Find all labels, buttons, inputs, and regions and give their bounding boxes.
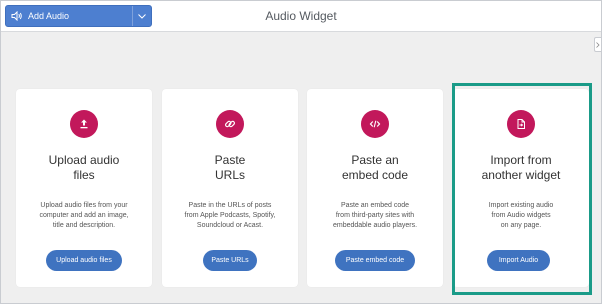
upload-card: Upload audio files Upload audio files fr… xyxy=(16,89,152,287)
card-desc-line: on any page. xyxy=(500,222,542,229)
paste-embed-code-button[interactable]: Paste embed code xyxy=(335,250,415,271)
paste-embed-card: Paste an embed code Paste an embed code … xyxy=(307,89,443,287)
card-description: Paste in the URLs of posts from Apple Po… xyxy=(168,201,292,231)
card-description: Import existing audio from Audio widgets… xyxy=(459,201,583,231)
code-icon xyxy=(369,120,381,128)
card-title: Paste URLs xyxy=(162,153,298,183)
card-desc-line: from Audio widgets xyxy=(491,212,551,219)
upload-icon xyxy=(80,119,88,129)
card-desc-line: from third-party sites with xyxy=(335,212,415,219)
card-title-line: files xyxy=(73,168,95,182)
card-desc-line: from Apple Podcasts, Spotify, xyxy=(184,212,276,219)
card-title: Import from another widget xyxy=(453,153,589,183)
card-desc-line: embeddable audio players. xyxy=(332,222,418,229)
card-title: Paste an embed code xyxy=(307,153,443,183)
card-desc-line: Upload audio files from your xyxy=(40,202,128,209)
import-audio-button[interactable]: Import Audio xyxy=(487,250,550,271)
link-icon-badge xyxy=(216,110,244,138)
import-icon-badge xyxy=(507,110,535,138)
card-title-line: Paste xyxy=(214,153,246,167)
card-desc-line: title and description. xyxy=(52,222,116,229)
card-description: Paste an embed code from third-party sit… xyxy=(313,201,437,231)
link-icon xyxy=(224,120,236,128)
upload-icon-badge xyxy=(70,110,98,138)
import-widget-card: Import from another widget Import existi… xyxy=(453,89,589,287)
card-desc-line: computer and add an image, xyxy=(39,212,129,219)
card-title-line: another widget xyxy=(481,168,561,182)
card-desc-line: Paste an embed code xyxy=(340,202,410,209)
upload-audio-files-button[interactable]: Upload audio files xyxy=(46,250,122,271)
card-desc-line: Import existing audio xyxy=(488,202,554,209)
card-title-line: URLs xyxy=(214,168,245,182)
card-title-line: Paste an xyxy=(351,153,399,167)
top-bar: Add Audio Audio Widget xyxy=(1,1,601,32)
card-title-line: Import from xyxy=(490,153,552,167)
card-desc-line: Paste in the URLs of posts xyxy=(188,202,272,209)
widget-title: Audio Widget xyxy=(265,9,337,23)
paste-urls-card: Paste URLs Paste in the URLs of posts fr… xyxy=(162,89,298,287)
import-file-icon xyxy=(517,119,525,129)
paste-urls-button[interactable]: Paste URLs xyxy=(203,250,257,271)
card-description: Upload audio files from your computer an… xyxy=(22,201,146,231)
side-panel-toggle[interactable] xyxy=(594,37,601,52)
card-title-line: embed code xyxy=(341,168,409,182)
card-desc-line: Soundcloud or Acast. xyxy=(196,222,264,229)
chevron-right-icon xyxy=(596,41,600,48)
card-title-line: Upload audio xyxy=(48,153,120,167)
card-title: Upload audio files xyxy=(16,153,152,183)
code-icon-badge xyxy=(361,110,389,138)
audio-widget-frame: Add Audio Audio Widget Upload audio file… xyxy=(0,0,602,304)
